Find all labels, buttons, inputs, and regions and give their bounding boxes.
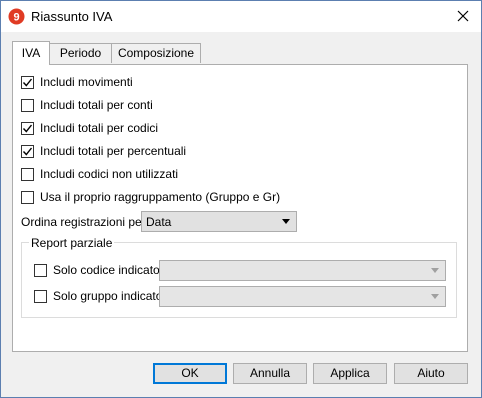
check-icon [22,147,33,156]
group-select[interactable] [159,286,446,307]
tab-iva[interactable]: IVA [12,41,50,65]
chevron-down-icon [431,294,439,299]
option-label: Includi movimenti [40,75,133,89]
code-select[interactable] [159,260,446,281]
ok-button[interactable]: OK [153,363,227,384]
check-icon [22,78,33,87]
checkbox[interactable] [21,121,34,135]
option-codici-non-utilizzati[interactable]: Includi codici non utilizzati [21,166,178,182]
option-totali-percentuali[interactable]: Includi totali per percentuali [21,143,186,159]
option-label: Solo gruppo indicato [53,289,163,303]
window-title: Riassunto IVA [31,9,113,24]
close-icon[interactable] [453,6,473,26]
sort-label: Ordina registrazioni per [21,215,146,229]
check-icon [22,124,33,133]
checkbox[interactable] [21,75,34,89]
checkbox[interactable] [21,190,34,204]
option-totali-conti[interactable]: Includi totali per conti [21,97,153,113]
checkbox[interactable] [21,144,34,158]
sort-select-value: Data [146,215,172,229]
option-solo-gruppo[interactable]: Solo gruppo indicato [34,288,162,304]
help-button[interactable]: Aiuto [394,363,468,384]
option-label: Usa il proprio raggruppamento (Gruppo e … [40,190,281,204]
chevron-down-icon [282,219,290,224]
tab-iva-label: IVA [21,46,41,60]
title-bar: 9 Riassunto IVA [1,1,481,32]
cancel-button[interactable]: Annulla [233,363,307,384]
option-label: Includi totali per conti [40,98,153,112]
tab-composizione[interactable]: Composizione [111,43,201,63]
checkbox[interactable] [21,167,34,181]
tab-composizione-label: Composizione [117,46,195,60]
option-solo-codice[interactable]: Solo codice indicato [34,262,160,278]
checkbox[interactable] [34,263,47,277]
option-label: Includi codici non utilizzati [40,167,179,181]
option-raggruppamento[interactable]: Usa il proprio raggruppamento (Gruppo e … [21,189,280,205]
sort-select[interactable]: Data [141,211,297,232]
svg-text:9: 9 [13,12,19,24]
checkbox[interactable] [21,98,34,112]
app-icon: 9 [8,8,25,25]
tab-periodo[interactable]: Periodo [49,43,112,63]
option-label: Includi totali per percentuali [40,144,187,158]
checkbox[interactable] [34,289,47,303]
tab-periodo-label: Periodo [59,46,102,60]
chevron-down-icon [431,268,439,273]
partial-report-title: Report parziale [29,236,115,250]
option-totali-codici[interactable]: Includi totali per codici [21,120,158,136]
option-label: Solo codice indicato [53,263,160,277]
option-includi-movimenti[interactable]: Includi movimenti [21,74,133,90]
option-label: Includi totali per codici [40,121,159,135]
apply-button[interactable]: Applica [313,363,387,384]
